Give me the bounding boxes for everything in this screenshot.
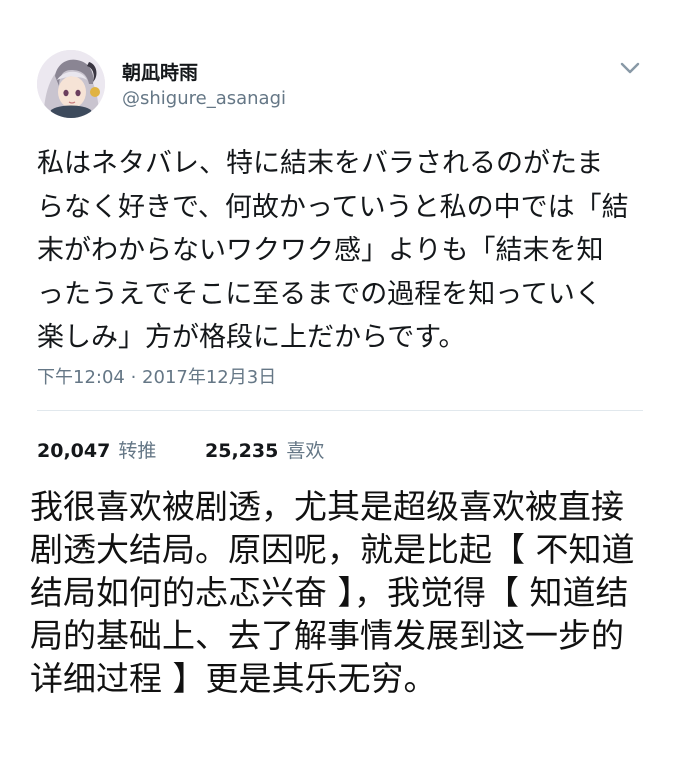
caption-line: 剧透大结局。原因呢，就是比起【 不知道 bbox=[30, 530, 635, 569]
caption-line: 局的基础上、去了解事情发展到这一步的 bbox=[30, 616, 624, 655]
tweet-text-line: 末がわからないワクワク感」よりも「結末を知 bbox=[37, 235, 604, 266]
caption-line: 结局如何的忐忑兴奋 】，我觉得【 知道结 bbox=[30, 573, 629, 612]
tweet-text-line: 私はネタバレ、特に結末をバラされるのがたま bbox=[37, 148, 604, 179]
chevron-down-icon bbox=[620, 62, 640, 74]
retweet-number: 20,047 bbox=[37, 440, 111, 462]
avatar[interactable] bbox=[37, 50, 105, 118]
tweet-text: 私はネタバレ、特に結末をバラされるのがたま らなく好きで、何故かっていうと私の中… bbox=[37, 142, 657, 360]
tweet-text-line: 楽しみ」方が格段に上だからです。 bbox=[37, 322, 466, 353]
like-count[interactable]: 25,235 喜欢 bbox=[205, 436, 324, 463]
divider bbox=[37, 410, 643, 411]
anime-avatar-icon bbox=[37, 50, 105, 118]
caption-line: 我很喜欢被剧透，尤其是超级喜欢被直接 bbox=[30, 487, 624, 526]
like-label: 喜欢 bbox=[286, 440, 325, 462]
handle[interactable]: @shigure_asanagi bbox=[122, 88, 286, 109]
display-name[interactable]: 朝凪時雨 bbox=[122, 58, 198, 85]
like-number: 25,235 bbox=[205, 440, 279, 462]
retweet-label: 转推 bbox=[118, 440, 157, 462]
tweet-card: 朝凪時雨 @shigure_asanagi 私はネタバレ、特に結末をバラされるの… bbox=[0, 0, 690, 470]
retweet-count[interactable]: 20,047 转推 bbox=[37, 436, 156, 463]
caption-line: 详细过程 】更是其乐无穷。 bbox=[30, 659, 437, 698]
tweet-text-line: らなく好きで、何故かっていうと私の中では「結 bbox=[37, 191, 629, 223]
more-menu-button[interactable] bbox=[617, 58, 643, 78]
caption-text: 我很喜欢被剧透，尤其是超级喜欢被直接 剧透大结局。原因呢，就是比起【 不知道 结… bbox=[30, 485, 670, 700]
timestamp[interactable]: 下午12:04 · 2017年12月3日 bbox=[37, 363, 276, 389]
tweet-text-line: ったうえでそこに至るまでの過程を知っていく bbox=[37, 278, 602, 310]
